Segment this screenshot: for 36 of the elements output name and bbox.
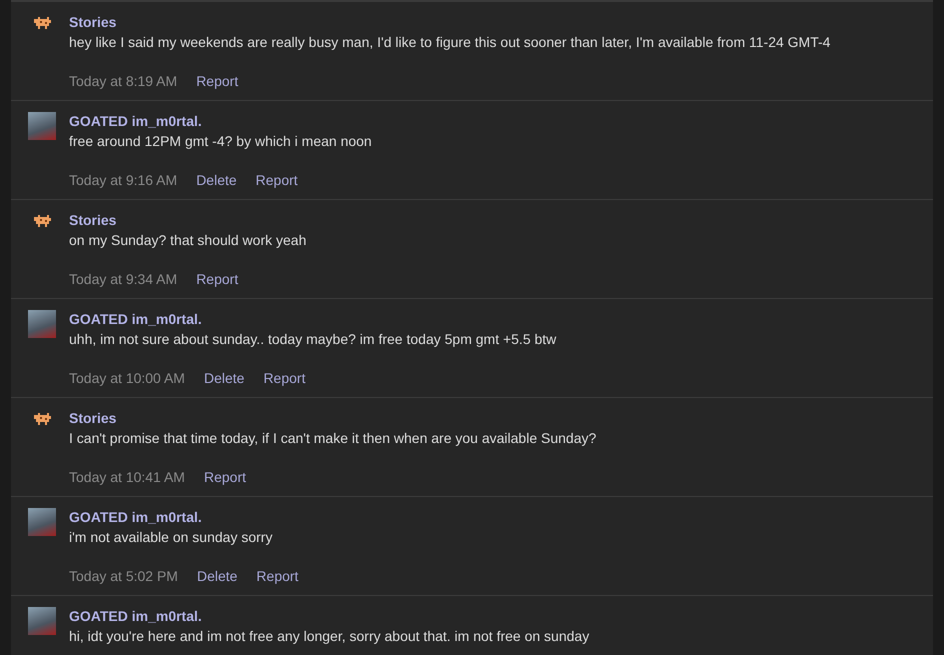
- timestamp: Today at 10:00 AM: [69, 369, 185, 388]
- pixel-animal-icon: [32, 214, 52, 228]
- author-name[interactable]: Stories: [69, 408, 116, 428]
- action-link[interactable]: Report: [256, 170, 298, 190]
- action-link[interactable]: Report: [196, 71, 238, 91]
- action-link[interactable]: Delete: [196, 170, 237, 190]
- timestamp: Today at 9:34 AM: [69, 270, 178, 289]
- message-text: I can't promise that time today, if I can't make it then when are you available Sunday?: [69, 429, 596, 448]
- action-link[interactable]: Report: [263, 368, 306, 388]
- author-name[interactable]: GOATED im_m0rtal.: [69, 111, 202, 131]
- timestamp: Today at 5:02 PM: [69, 567, 178, 586]
- pixel-animal-icon: [32, 412, 52, 426]
- timestamp: Today at 8:19 AM: [69, 72, 178, 91]
- message-text: hey like I said my weekends are really busy man, I'd like to figure this out sooner than later, I'm available from 11-24 GMT-4: [69, 33, 830, 52]
- message-text: hi, idt you're here and im not free any longer, sorry about that. im not free on sunday: [69, 627, 590, 646]
- action-link[interactable]: Report: [256, 566, 298, 586]
- message-text: on my Sunday? that should work yeah: [69, 231, 306, 250]
- message-text: i'm not available on sunday sorry: [69, 528, 272, 547]
- action-link[interactable]: Delete: [196, 566, 238, 586]
- author-name[interactable]: Stories: [69, 12, 116, 32]
- timestamp: Today at 9:16 AM: [69, 171, 178, 190]
- author-name[interactable]: GOATED im_m0rtal.: [69, 606, 202, 626]
- author-name[interactable]: Stories: [69, 210, 116, 230]
- message-text: uhh, im not sure about sunday.. today maybe? im free today 5pm gmt +5.5 btw: [69, 330, 556, 349]
- author-name[interactable]: GOATED im_m0rtal.: [69, 309, 202, 329]
- pixel-animal-icon: [32, 16, 52, 30]
- action-link[interactable]: Report: [196, 269, 238, 289]
- timestamp: Today at 10:41 AM: [69, 468, 185, 487]
- author-name[interactable]: GOATED im_m0rtal.: [69, 507, 202, 527]
- avatar-photo-placeholder: [28, 310, 56, 338]
- action-link[interactable]: Delete: [204, 368, 244, 388]
- message-text: free around 12PM gmt -4? by which i mean noon: [69, 132, 372, 151]
- avatar-photo-placeholder: [28, 508, 56, 536]
- avatar-photo-placeholder: [28, 607, 56, 635]
- avatar-photo-placeholder: [28, 112, 56, 140]
- action-link[interactable]: Report: [204, 467, 246, 487]
